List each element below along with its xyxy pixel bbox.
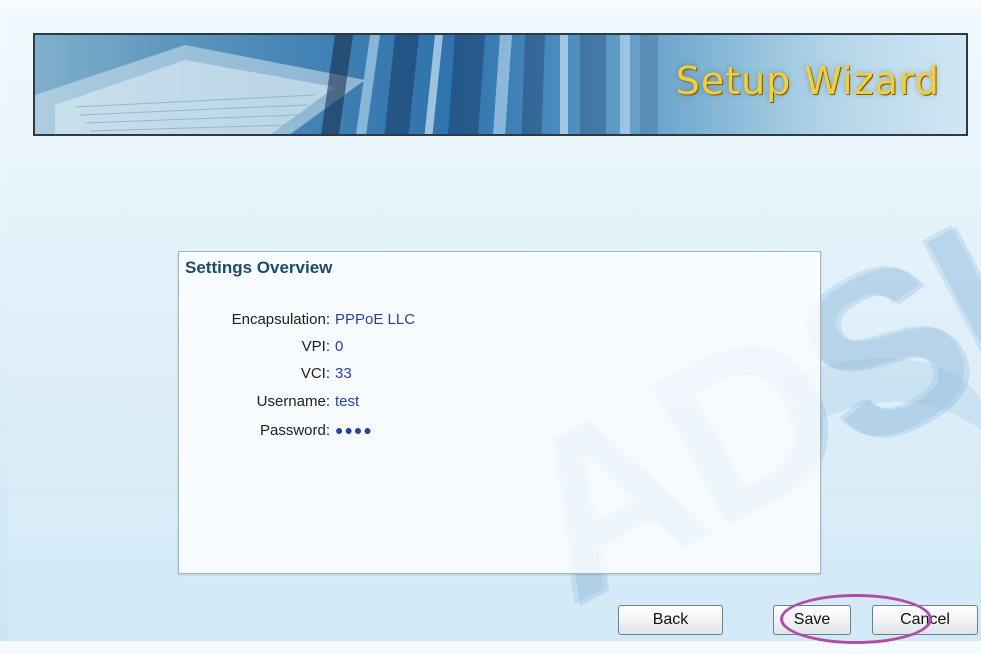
- encapsulation-value: PPPoE LLC: [335, 311, 416, 328]
- encapsulation-label: Encapsulation:: [231, 311, 330, 328]
- save-button[interactable]: Save: [773, 605, 851, 635]
- vci-label: VCI:: [300, 365, 330, 382]
- encapsulation-row: Encapsulation: PPPoE LLC: [179, 311, 579, 331]
- vci-value: 33: [335, 365, 352, 382]
- vpi-label: VPI:: [301, 338, 330, 355]
- vpi-value: 0: [335, 338, 344, 355]
- setup-wizard-banner: Setup Wizard: [33, 33, 968, 136]
- password-label: Password:: [259, 422, 330, 439]
- panel-title: Settings Overview: [185, 258, 333, 277]
- password-row: Password: ●●●●: [179, 422, 579, 442]
- username-label: Username:: [256, 393, 330, 410]
- vci-row: VCI: 33: [179, 365, 579, 385]
- banner-title: Setup Wizard: [675, 59, 940, 103]
- username-value: test: [335, 393, 360, 410]
- settings-overview-panel: Settings Overview Encapsulation: PPPoE L…: [178, 251, 821, 574]
- cancel-button[interactable]: Cancel: [872, 605, 978, 635]
- vpi-row: VPI: 0: [179, 338, 579, 358]
- password-value: ●●●●: [335, 422, 373, 438]
- username-row: Username: test: [179, 393, 579, 413]
- back-button[interactable]: Back: [618, 605, 723, 635]
